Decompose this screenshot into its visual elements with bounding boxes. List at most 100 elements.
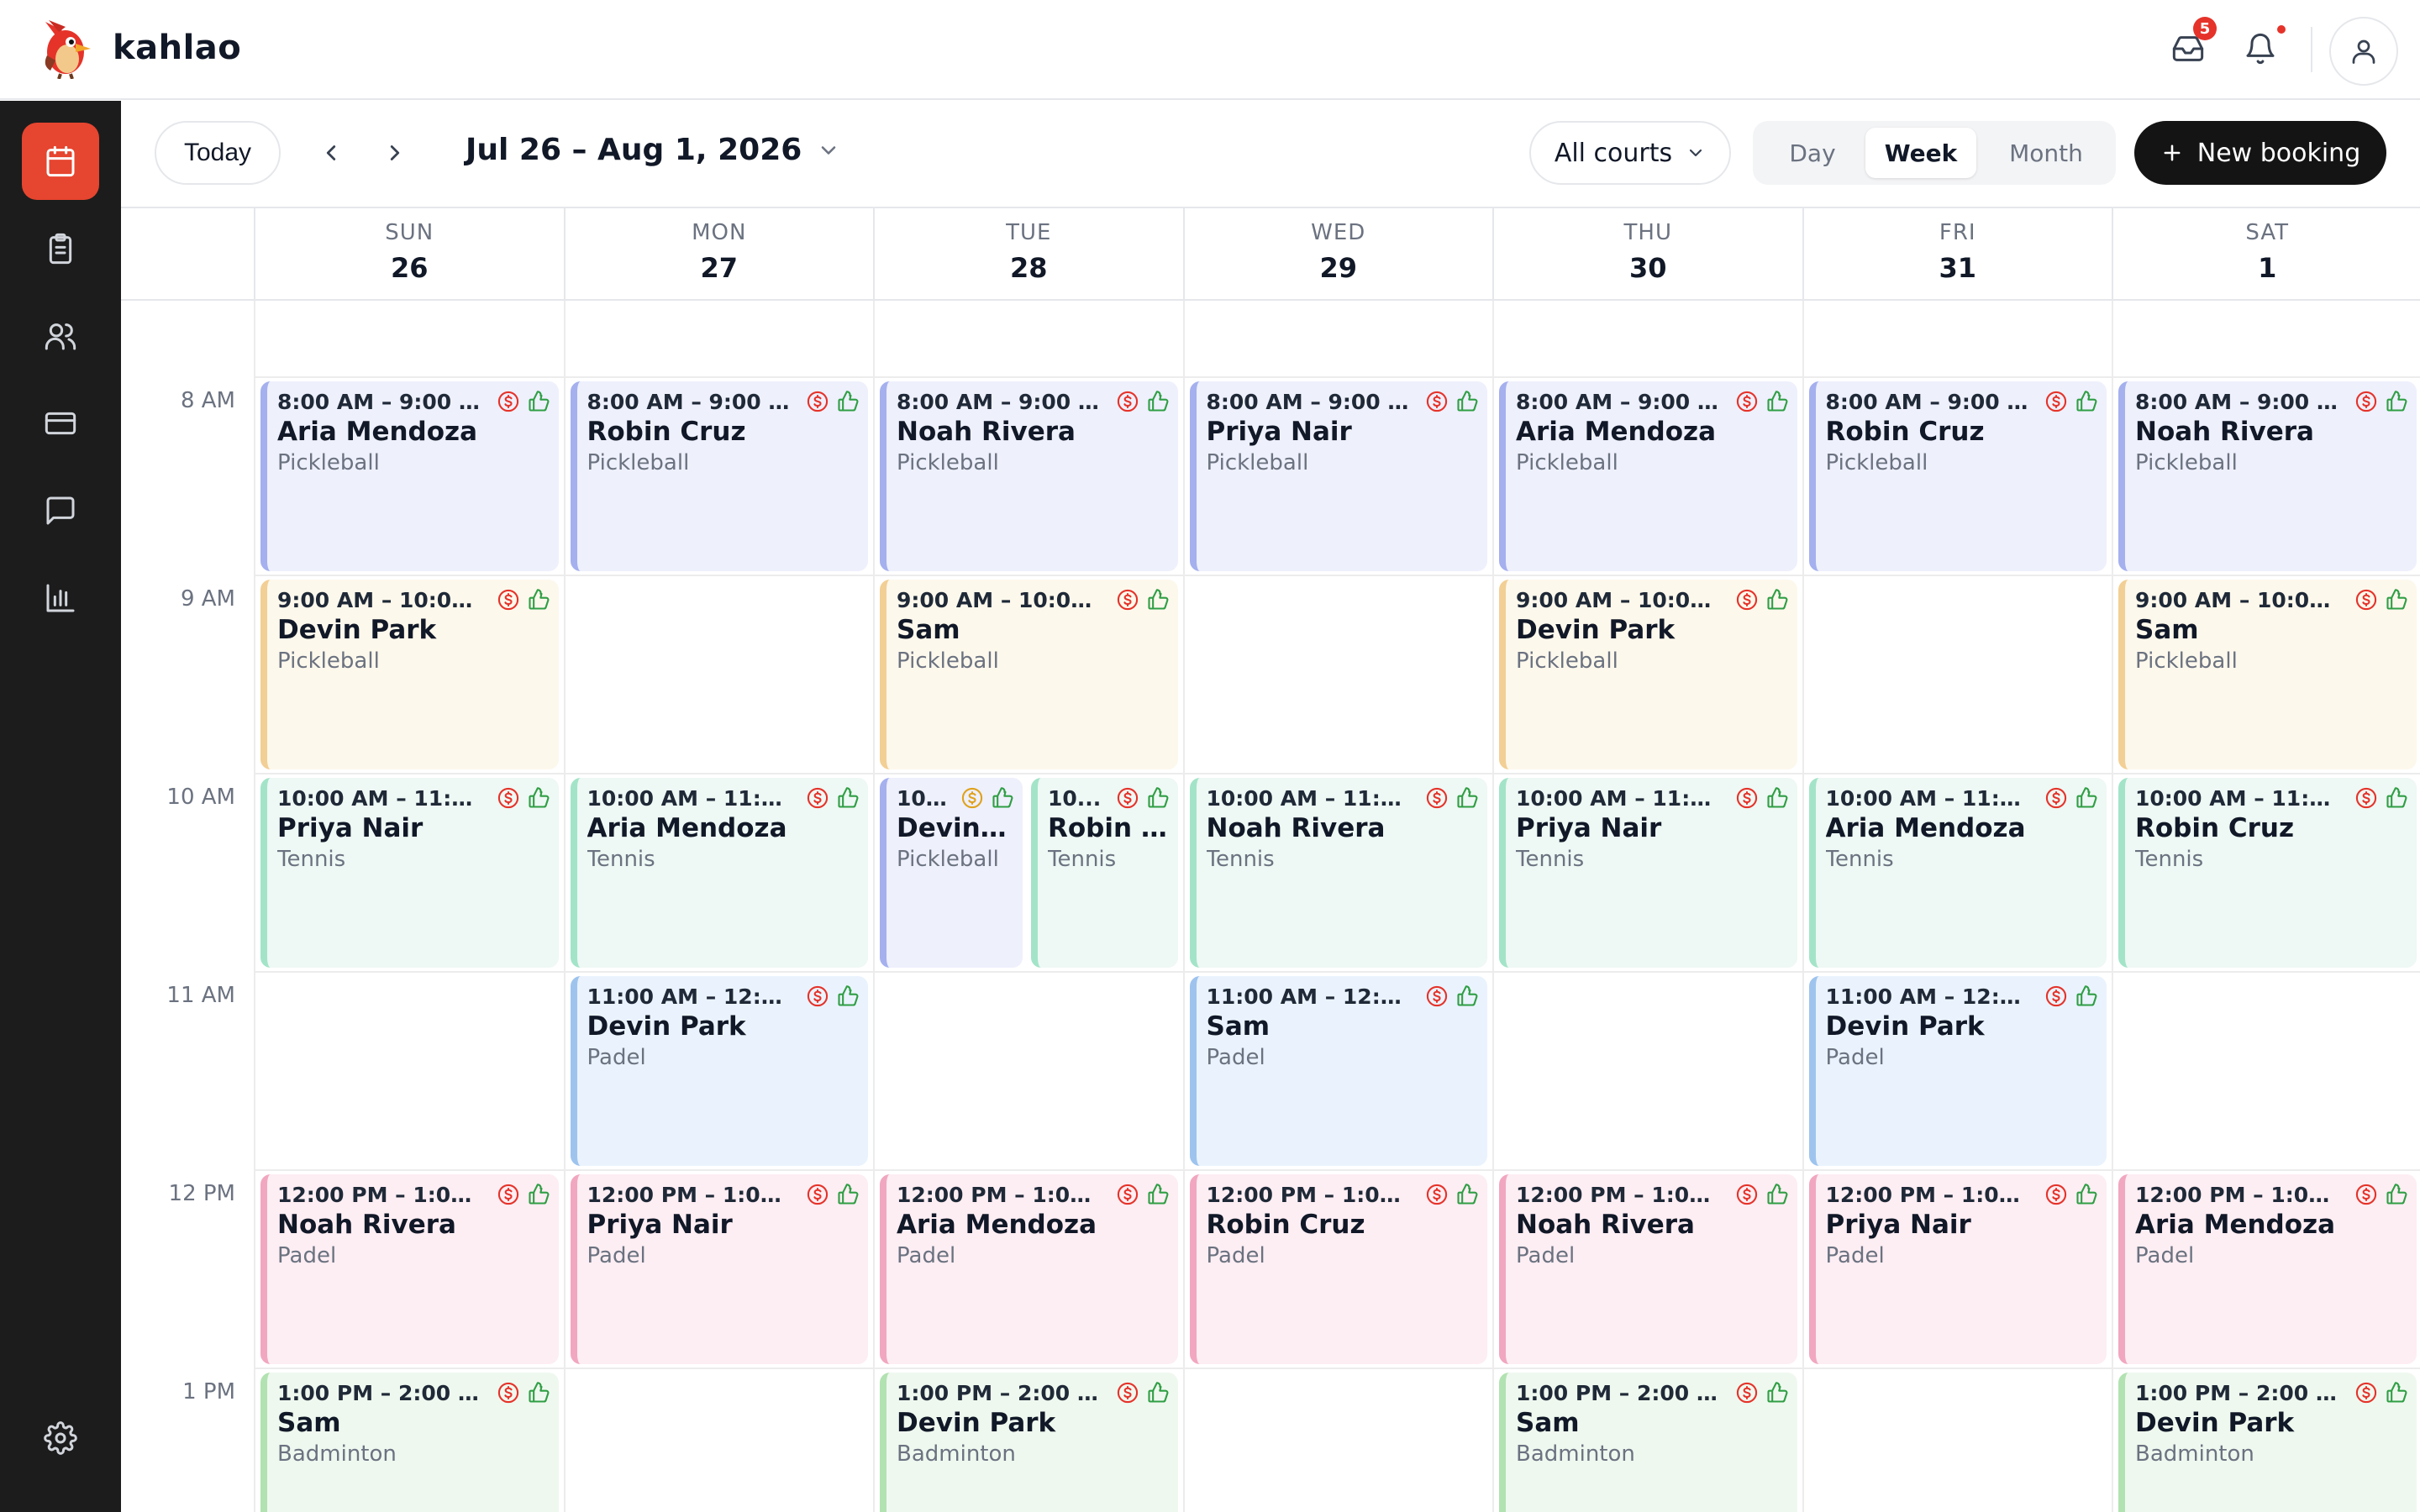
clipboard-icon [49, 233, 72, 265]
view-week-button[interactable]: Week [1865, 128, 1976, 178]
booking-time: 10... [1048, 786, 1102, 811]
booking-card[interactable]: 10:00 AM – 11:00 ...Robin Cruz Tennis [2118, 778, 2417, 968]
booking-card[interactable]: 8:00 AM – 9:00 AM Robin Cruz Pickleball [1808, 381, 2107, 571]
day-number-label: 27 [700, 252, 739, 284]
sidebar-item-payments[interactable] [22, 385, 99, 462]
date-range-picker[interactable]: Jul 26 – Aug 1, 2026 [466, 133, 840, 167]
view-day-button[interactable]: Day [1760, 128, 1865, 178]
payment-status-icon [497, 1382, 518, 1404]
booking-card[interactable]: 8:00 AM – 9:00 AM Aria Mendoza Pickleball [1499, 381, 1797, 571]
grid-hour-line [254, 376, 2420, 378]
booking-card[interactable]: 9:00 AM – 10:00 A... Devin Park Pickleball [1499, 580, 1797, 769]
booking-sport: Pickleball [1206, 450, 1309, 475]
day-header[interactable]: TUE 28 [873, 208, 1183, 301]
new-booking-label: New booking [2196, 138, 2361, 168]
courts-filter-dropdown[interactable]: All courts [1529, 121, 1731, 185]
day-header[interactable]: THU 30 [1492, 208, 1802, 301]
booking-card[interactable]: 12:00 PM – 1:00 PM Robin Cruz Padel [1189, 1174, 1487, 1364]
booking-card[interactable]: 10:00 AM – 11:00 ...Priya Nair Tennis [1499, 778, 1797, 968]
booking-time: 1:00 PM – 2:00 PM [2135, 1381, 2341, 1405]
booking-card[interactable]: 10:00 AM – 11:00 ...Priya Nair Tennis [260, 778, 559, 968]
booking-card[interactable]: 12:00 PM – 1:00 PM Priya Nair Padel [570, 1174, 868, 1364]
payment-status-icon [1736, 589, 1757, 611]
booking-card[interactable]: 11:00 AM – 12:00 P...Devin Park Padel [1808, 976, 2107, 1166]
booking-sport: Tennis [277, 847, 346, 872]
booking-status-icons [497, 1381, 550, 1404]
booking-card[interactable]: 11:00 AM – 12:00 P...Sam Padel [1189, 976, 1487, 1166]
booking-card[interactable]: 12:00 PM – 1:00 PM Noah Rivera Padel [260, 1174, 559, 1364]
sidebar-item-reports[interactable] [22, 559, 99, 637]
thumbs-up-icon [2386, 1184, 2407, 1205]
booking-card[interactable]: 8:00 AM – 9:00 AM Noah Rivera Pickleball [2118, 381, 2417, 571]
sidebar-item-messages[interactable] [22, 472, 99, 549]
booking-sport: Badminton [897, 1441, 1016, 1467]
new-booking-button[interactable]: New booking [2134, 121, 2386, 185]
booking-card[interactable]: 8:00 AM – 9:00 AM Priya Nair Pickleball [1189, 381, 1487, 571]
booking-time: 10... [897, 786, 947, 811]
payment-status-icon [1736, 1184, 1757, 1205]
booking-card[interactable]: 10... Robin ... Tennis [1031, 778, 1178, 968]
sidebar-item-calendar[interactable] [22, 123, 99, 200]
booking-time: 9:00 AM – 10:00 A... [897, 588, 1102, 612]
payment-status-icon [2355, 1382, 2376, 1404]
booking-status-icons [2044, 1183, 2098, 1206]
booking-card[interactable]: 1:00 PM – 2:00 PM Sam Badminton [1499, 1373, 1797, 1512]
booking-card[interactable]: 9:00 AM – 10:00 A... Sam Pickleball [880, 580, 1178, 769]
booking-card[interactable]: 10:00 AM – 11:00 ...Aria Mendoza Tennis [1808, 778, 2107, 968]
bar-chart-icon [46, 584, 75, 612]
booking-card[interactable]: 1:00 PM – 2:00 PM Sam Badminton [260, 1373, 559, 1512]
sidebar-item-settings[interactable] [22, 1399, 99, 1477]
booking-card[interactable]: 12:00 PM – 1:00 PM Aria Mendoza Padel [2118, 1174, 2417, 1364]
notifications-button[interactable] [2237, 25, 2284, 72]
sidebar [0, 101, 121, 1512]
thumbs-up-icon [1147, 1184, 1168, 1205]
booking-card[interactable]: 8:00 AM – 9:00 AM Aria Mendoza Pickleball [260, 381, 559, 571]
booking-sport: Pickleball [897, 648, 999, 674]
date-range-label: Jul 26 – Aug 1, 2026 [466, 133, 802, 167]
booking-card[interactable]: 1:00 PM – 2:00 PM Devin Park Badminton [2118, 1373, 2417, 1512]
booking-card[interactable]: 1:00 PM – 2:00 PM Devin Park Badminton [880, 1373, 1178, 1512]
booking-card[interactable]: 10:00 AM – 11:00 ...Noah Rivera Tennis [1189, 778, 1487, 968]
kahlao-logo[interactable] [37, 18, 96, 80]
sidebar-item-bookings[interactable] [22, 210, 99, 287]
sidebar-item-members[interactable] [22, 297, 99, 375]
booking-member-name: Sam [897, 615, 960, 645]
booking-card[interactable]: 12:00 PM – 1:00 PM Noah Rivera Padel [1499, 1174, 1797, 1364]
previous-week-button[interactable] [309, 131, 353, 175]
booking-card[interactable]: 8:00 AM – 9:00 AM Robin Cruz Pickleball [570, 381, 868, 571]
booking-time: 12:00 PM – 1:00 PM [277, 1183, 483, 1207]
day-header[interactable]: SAT 1 [2112, 208, 2420, 301]
day-header[interactable]: FRI 31 [1802, 208, 2112, 301]
booking-card[interactable]: 9:00 AM – 10:00 A... Devin Park Pickleball [260, 580, 559, 769]
booking-status-icons [806, 984, 860, 1008]
payment-status-icon [807, 787, 829, 809]
chat-icon [46, 496, 75, 525]
booking-time: 11:00 AM – 12:00 P... [587, 984, 793, 1009]
user-avatar-button[interactable] [2329, 17, 2398, 86]
booking-member-name: Aria Mendoza [1825, 813, 2026, 843]
booking-card[interactable]: 8:00 AM – 9:00 AM Noah Rivera Pickleball [880, 381, 1178, 571]
booking-card[interactable]: 12:00 PM – 1:00 PM Aria Mendoza Padel [880, 1174, 1178, 1364]
calendar-toolbar: Today Jul 26 – Aug 1, 2026 All courts Da… [121, 101, 2420, 207]
day-header[interactable]: WED 29 [1182, 208, 1493, 301]
booking-card[interactable]: 10...Devin P... Pickleball [880, 778, 1023, 968]
booking-status-icons [2354, 1183, 2408, 1206]
grid-hour-line [254, 1368, 2420, 1369]
booking-card[interactable]: 11:00 AM – 12:00 P...Devin Park Padel [570, 976, 868, 1166]
day-number-label: 30 [1628, 252, 1667, 284]
thumbs-up-icon [838, 787, 859, 808]
day-header[interactable]: MON 27 [563, 208, 874, 301]
booking-sport: Tennis [1516, 847, 1585, 872]
day-header[interactable]: SUN 26 [254, 208, 564, 301]
next-week-button[interactable] [373, 131, 417, 175]
today-button[interactable]: Today [155, 121, 281, 185]
booking-card[interactable]: 12:00 PM – 1:00 PM Priya Nair Padel [1808, 1174, 2107, 1364]
grid-column-line [254, 301, 255, 1512]
booking-sport: Badminton [1516, 1441, 1635, 1467]
booking-card[interactable]: 9:00 AM – 10:00 A... Sam Pickleball [2118, 580, 2417, 769]
payment-status-icon [2045, 391, 2067, 412]
booking-card[interactable]: 10:00 AM – 11:00 ...Aria Mendoza Tennis [570, 778, 868, 968]
view-month-button[interactable]: Month [1983, 128, 2109, 178]
booking-member-name: Aria Mendoza [587, 813, 787, 843]
payment-status-icon [2045, 985, 2067, 1007]
